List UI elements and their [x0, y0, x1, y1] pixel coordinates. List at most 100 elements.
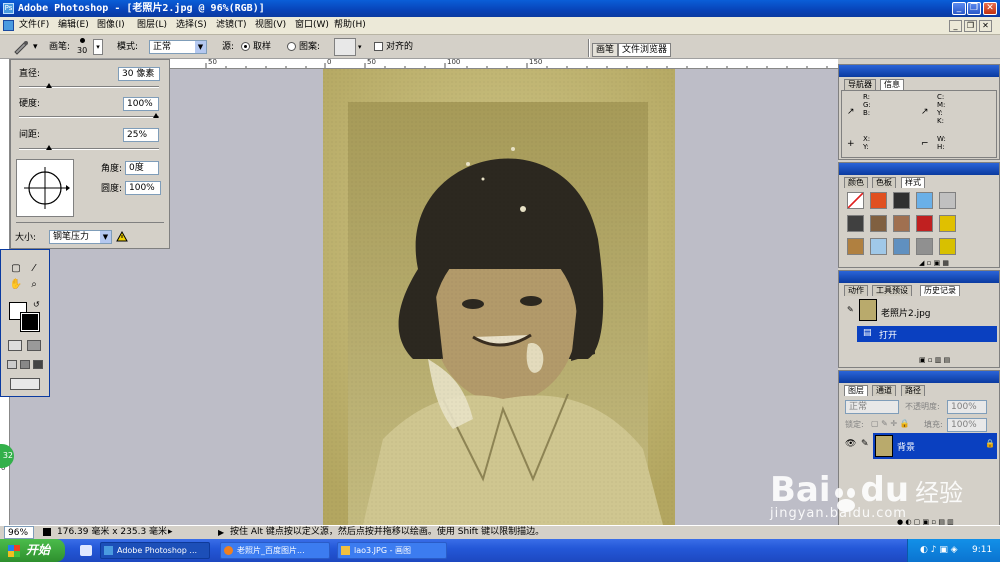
hardness-slider[interactable]	[19, 113, 159, 118]
tab-tool-presets[interactable]: 工具预设	[872, 285, 912, 296]
screen-mode-full-menu-icon[interactable]	[20, 360, 30, 369]
diameter-slider[interactable]	[19, 83, 159, 88]
style-swatch[interactable]	[847, 192, 864, 209]
diameter-slider-thumb[interactable]	[45, 83, 52, 88]
eye-visibility-icon[interactable]: 👁	[845, 439, 856, 449]
menu-layer[interactable]: 图层(L)	[137, 19, 167, 32]
layer-row-background[interactable]: 背景 🔒	[873, 433, 997, 459]
minimize-button[interactable]: _	[952, 2, 966, 15]
menu-view[interactable]: 视图(V)	[255, 19, 286, 32]
doc-close-button[interactable]: ✕	[979, 20, 992, 32]
spacing-input[interactable]: 25%	[123, 128, 159, 142]
brush-angle-preview[interactable]	[16, 159, 74, 217]
angle-input[interactable]: 0度	[125, 161, 159, 175]
jump-to-imageready-icon[interactable]	[10, 378, 40, 390]
taskbar-paint-button[interactable]: lao3.JPG - 画图	[337, 542, 447, 559]
style-swatch[interactable]	[916, 192, 933, 209]
menu-window[interactable]: 窗口(W)	[295, 19, 329, 32]
style-swatch[interactable]	[916, 215, 933, 232]
history-brush-icon[interactable]: ▢	[9, 262, 23, 275]
aligned-checkbox[interactable]	[374, 42, 383, 51]
diameter-input[interactable]: 30 像素	[118, 67, 160, 81]
size-control-select[interactable]: 钢笔压力 ▼	[49, 230, 112, 244]
spacing-slider[interactable]	[19, 145, 159, 150]
spacing-slider-thumb[interactable]	[45, 145, 52, 150]
menu-help[interactable]: 帮助(H)	[334, 19, 366, 32]
document-canvas[interactable]	[323, 69, 675, 525]
tab-paths[interactable]: 路径	[901, 385, 925, 396]
background-color-swatch[interactable]	[20, 312, 40, 332]
taskbar-browser-button[interactable]: 老照片_百度图片...	[220, 542, 330, 559]
brush-link-icon[interactable]: ✎	[861, 439, 869, 449]
snapshot-label[interactable]: 老照片2.jpg	[881, 306, 931, 319]
quick-mask-icon[interactable]	[27, 340, 41, 351]
style-swatch[interactable]	[916, 238, 933, 255]
tray-icons[interactable]: ◐ ♪ ▣ ◈	[920, 539, 958, 562]
tab-info[interactable]: 信息	[880, 79, 904, 90]
show-desktop-icon[interactable]	[80, 545, 92, 556]
pattern-radio[interactable]	[287, 42, 296, 51]
menu-image[interactable]: 图像(I)	[97, 19, 125, 32]
style-swatch[interactable]	[847, 215, 864, 232]
hardness-slider-thumb[interactable]	[153, 113, 159, 118]
style-swatch[interactable]	[939, 192, 956, 209]
zoom-input[interactable]: 96%	[4, 526, 34, 539]
tool-preset-arrow-icon[interactable]: ▾	[33, 41, 38, 53]
swap-colors-icon[interactable]: ↺	[33, 300, 40, 309]
eyedropper-icon[interactable]: ⁄	[27, 262, 41, 275]
pattern-picker[interactable]	[334, 38, 356, 56]
sampled-radio[interactable]	[241, 42, 250, 51]
style-swatch[interactable]	[893, 192, 910, 209]
tab-brushes[interactable]: 画笔	[592, 43, 619, 57]
menu-file[interactable]: 文件(F)	[19, 19, 49, 32]
doc-info-marker	[43, 528, 51, 536]
restore-button[interactable]: ❐	[967, 2, 981, 15]
doc-info-menu-icon[interactable]: ▸	[168, 526, 173, 539]
history-brush-source-icon[interactable]: ✎	[847, 305, 854, 314]
roundness-input[interactable]: 100%	[125, 181, 161, 195]
screen-mode-full-icon[interactable]	[33, 360, 43, 369]
tab-navigator[interactable]: 导航器	[844, 79, 876, 90]
doc-minimize-button[interactable]: _	[949, 20, 962, 32]
tab-layers[interactable]: 图层	[844, 385, 868, 396]
screen-mode-standard-icon[interactable]	[7, 360, 17, 369]
lock-icons[interactable]: ▢ ✎ ✛ 🔒	[871, 419, 910, 428]
tab-file-browser[interactable]: 文件浏览器	[618, 43, 672, 57]
history-step-item[interactable]: ▤ 打开	[857, 326, 997, 342]
tab-styles[interactable]: 样式	[901, 177, 925, 188]
fill-input[interactable]: 100%	[947, 418, 987, 432]
menu-filter[interactable]: 滤镜(T)	[216, 19, 247, 32]
style-swatch[interactable]	[939, 215, 956, 232]
history-footer-buttons[interactable]: ▣ ▫ ▥ ▤	[919, 356, 950, 364]
style-swatch[interactable]	[939, 238, 956, 255]
mode-select[interactable]: 正常 ▼	[149, 40, 207, 54]
clone-stamp-icon[interactable]	[12, 39, 30, 55]
tab-color[interactable]: 颜色	[844, 177, 868, 188]
pattern-dropdown-icon[interactable]: ▾	[358, 43, 362, 51]
close-button[interactable]: ✕	[983, 2, 997, 15]
snapshot-thumbnail[interactable]	[859, 299, 877, 321]
blend-mode-select[interactable]: 正常	[845, 400, 899, 414]
style-swatch[interactable]	[870, 238, 887, 255]
menu-edit[interactable]: 编辑(E)	[58, 19, 89, 32]
opacity-input[interactable]: 100%	[947, 400, 987, 414]
taskbar-photoshop-button[interactable]: Adobe Photoshop ...	[100, 542, 210, 559]
tab-swatches[interactable]: 色板	[872, 177, 896, 188]
tab-actions[interactable]: 动作	[844, 285, 868, 296]
style-swatch[interactable]	[893, 238, 910, 255]
menu-select[interactable]: 选择(S)	[176, 19, 207, 32]
tab-channels[interactable]: 通道	[872, 385, 896, 396]
style-swatch[interactable]	[847, 238, 864, 255]
hand-tool-icon[interactable]: ✋	[9, 278, 23, 291]
start-button[interactable]: 开始	[0, 539, 65, 562]
style-swatch[interactable]	[870, 192, 887, 209]
style-swatch[interactable]	[870, 215, 887, 232]
standard-mode-icon[interactable]	[8, 340, 22, 351]
zoom-tool-icon[interactable]: ⌕	[27, 278, 41, 291]
doc-restore-button[interactable]: ❐	[964, 20, 977, 32]
brush-picker-button[interactable]: ▾	[93, 39, 103, 55]
hardness-input[interactable]: 100%	[123, 97, 159, 111]
style-swatch[interactable]	[893, 215, 910, 232]
brush-preview-icon[interactable]	[80, 38, 85, 43]
tab-history[interactable]: 历史记录	[920, 285, 960, 296]
